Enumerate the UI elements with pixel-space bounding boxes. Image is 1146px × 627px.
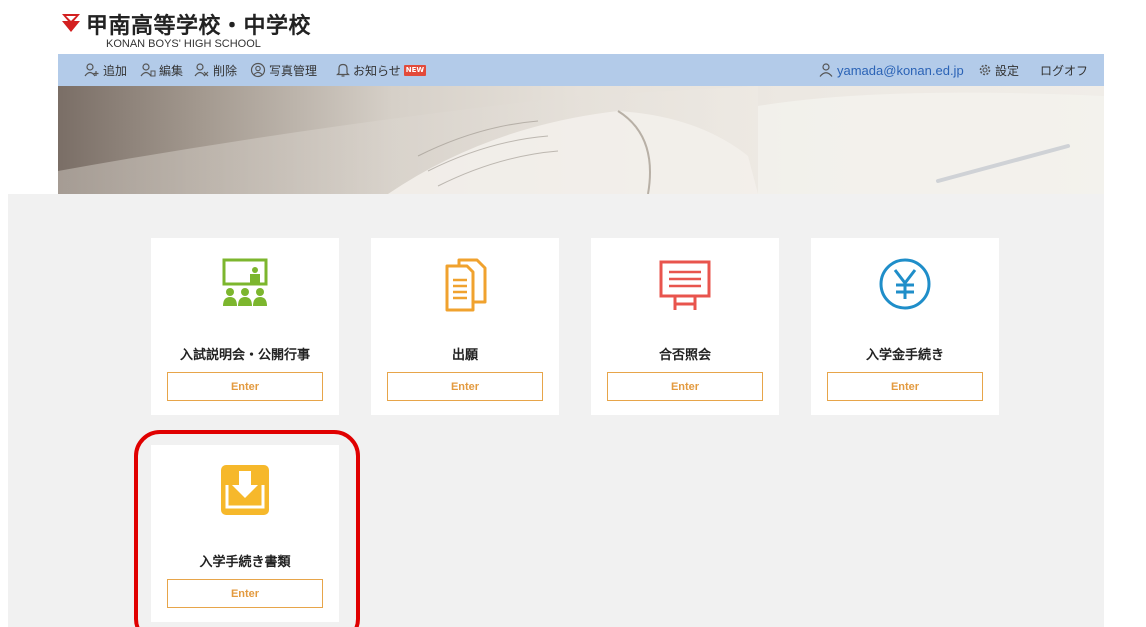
- photos-button[interactable]: 写真管理: [250, 54, 317, 86]
- delete-user-icon: [194, 63, 209, 77]
- edit-label: 編集: [159, 63, 184, 78]
- edit-button[interactable]: 編集: [140, 54, 183, 86]
- card-enrollment-fee[interactable]: 入学金手続き Enter: [811, 238, 999, 415]
- top-toolbar: 追加 編集 削除 写真管理 お知らせ NEW yamada@konan.ed.j…: [58, 54, 1104, 86]
- settings-button[interactable]: 設定: [978, 54, 1019, 86]
- seminar-icon: [222, 258, 268, 306]
- open-book-image: [58, 86, 1104, 194]
- settings-label: 設定: [995, 63, 1020, 78]
- bell-icon: [336, 63, 350, 77]
- card-result-inquiry[interactable]: 合否照会 Enter: [591, 238, 779, 415]
- add-user-icon: [84, 63, 99, 77]
- hero-banner-image: [58, 86, 1104, 194]
- user-email: yamada@konan.ed.jp: [837, 62, 964, 78]
- delete-label: 削除: [213, 63, 238, 78]
- notices-label: お知らせ: [353, 63, 401, 78]
- card-admission-events[interactable]: 入試説明会・公開行事 Enter: [151, 238, 339, 415]
- user-icon: [819, 63, 833, 77]
- logout-label: ログオフ: [1040, 63, 1089, 78]
- user-circle-icon: [250, 62, 266, 78]
- new-badge: NEW: [403, 64, 427, 76]
- enter-button[interactable]: Enter: [387, 372, 543, 401]
- enter-button[interactable]: Enter: [607, 372, 763, 401]
- card-title: 入試説明会・公開行事: [179, 348, 310, 363]
- yen-icon: [879, 258, 931, 310]
- card-title: 出願: [451, 348, 478, 363]
- logout-button[interactable]: ログオフ: [1040, 54, 1088, 86]
- school-name: 甲南高等学校・中学校: [86, 14, 312, 39]
- board-icon: [659, 260, 711, 310]
- highlight-annotation: [134, 430, 360, 627]
- school-name-en: KONAN BOYS' HIGH SCHOOL: [106, 38, 261, 50]
- documents-icon: [445, 258, 487, 312]
- add-button[interactable]: 追加: [84, 54, 127, 86]
- card-title: 入学金手続き: [865, 348, 944, 363]
- enter-button[interactable]: Enter: [167, 372, 323, 401]
- card-title: 合否照会: [658, 348, 711, 363]
- school-crest-icon: [62, 14, 80, 32]
- notices-button[interactable]: お知らせ NEW: [336, 54, 427, 86]
- photos-label: 写真管理: [269, 63, 318, 78]
- delete-button[interactable]: 削除: [194, 54, 237, 86]
- edit-user-icon: [140, 63, 156, 77]
- add-label: 追加: [103, 63, 128, 78]
- user-account-link[interactable]: yamada@konan.ed.jp: [818, 54, 964, 86]
- gear-icon: [979, 64, 991, 76]
- enter-button[interactable]: Enter: [827, 372, 983, 401]
- card-application[interactable]: 出願 Enter: [371, 238, 559, 415]
